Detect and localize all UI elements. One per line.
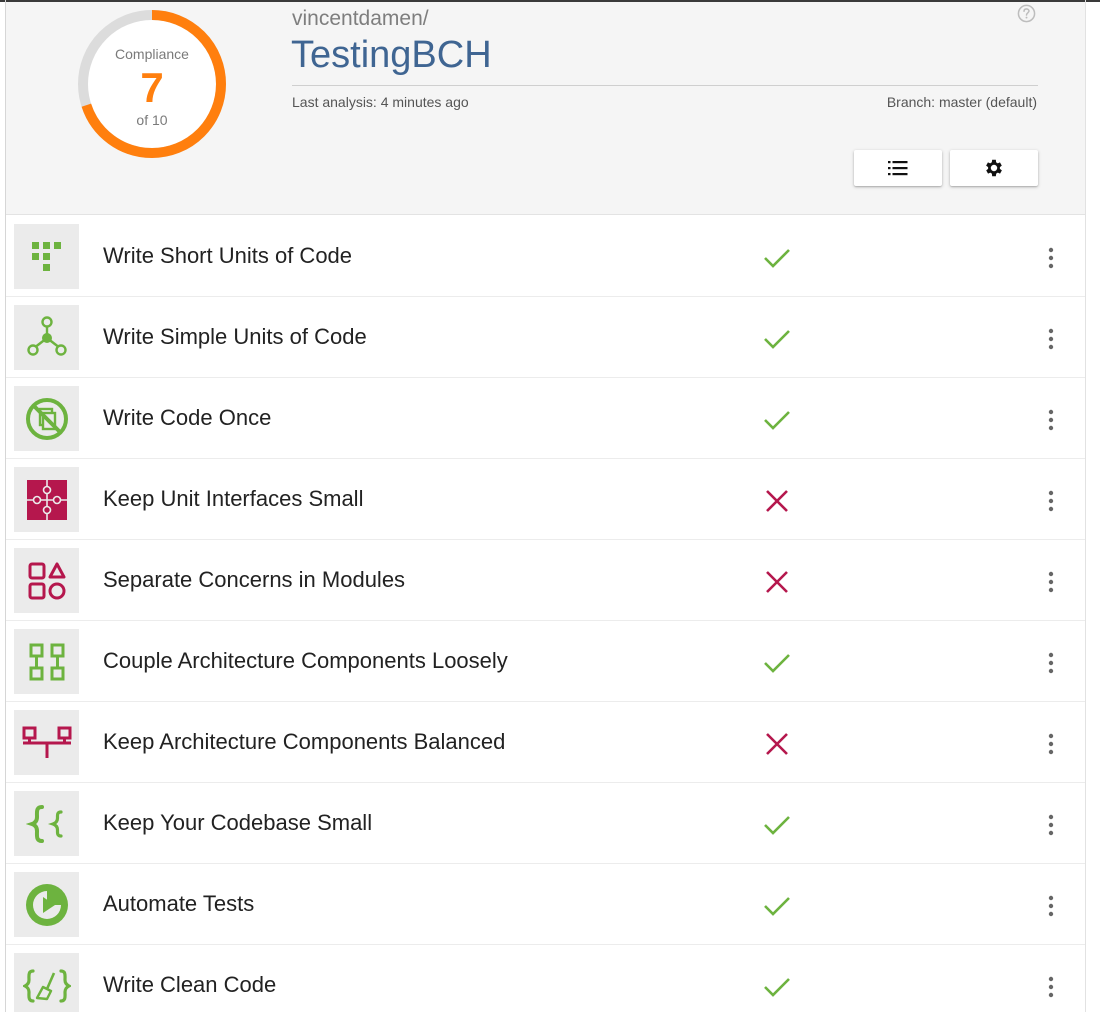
guideline-label: Write Clean Code [103, 972, 277, 997]
more-options-icon[interactable] [1046, 409, 1056, 431]
simple-units-icon [26, 315, 67, 356]
check-icon [764, 816, 790, 835]
more-options-icon[interactable] [1046, 328, 1056, 350]
branch-label: Branch: master (default) [886, 94, 1037, 110]
repository-owner[interactable]: vincentdamen/ [292, 7, 429, 31]
guideline-row-balanced[interactable]: Keep Architecture Components Balanced [6, 702, 1085, 783]
compliance-gauge-text: Compliance 7 of 10 [76, 8, 228, 160]
guideline-row-automate-tests[interactable]: Automate Tests [6, 864, 1085, 945]
more-options-icon[interactable] [1046, 976, 1056, 998]
guideline-label: Keep Unit Interfaces Small [103, 486, 364, 511]
repository-header: Compliance 7 of 10 vincentdamen/ Testing… [6, 2, 1085, 215]
guideline-row-unit-interfaces[interactable]: Keep Unit Interfaces Small [6, 459, 1085, 540]
last-analysis: Last analysis: 4 minutes ago [292, 94, 469, 110]
more-options-icon[interactable] [1046, 814, 1056, 836]
row-icon-tile [14, 629, 79, 694]
row-icon-tile [14, 872, 79, 937]
guideline-row-short-units[interactable]: Write Short Units of Code [6, 216, 1085, 297]
compliance-max: of 10 [136, 112, 168, 128]
guideline-row-code-once[interactable]: Write Code Once [6, 378, 1085, 459]
more-options-icon[interactable] [1046, 571, 1056, 593]
check-icon [764, 411, 790, 430]
check-icon [764, 249, 790, 268]
compliance-score: 7 [140, 64, 164, 111]
row-icon-tile [14, 548, 79, 613]
list-view-button[interactable] [854, 150, 942, 186]
guideline-row-separate-concerns[interactable]: Separate Concerns in Modules [6, 540, 1085, 621]
more-options-icon[interactable] [1046, 652, 1056, 674]
puzzle-icon [26, 479, 67, 520]
row-icon-tile [14, 224, 79, 289]
modules-icon [28, 562, 65, 599]
guideline-row-clean-code[interactable]: Write Clean Code [6, 945, 1085, 1012]
no-duplication-icon [25, 397, 68, 440]
row-icon-tile [14, 953, 79, 1012]
right-border [1085, 0, 1086, 1012]
title-divider [292, 85, 1038, 86]
check-icon [764, 330, 790, 349]
row-icon-tile [14, 710, 79, 775]
list-icon [888, 161, 908, 176]
balance-icon [22, 726, 71, 758]
more-options-icon[interactable] [1046, 733, 1056, 755]
cross-icon [766, 490, 788, 512]
guideline-label: Write Short Units of Code [103, 243, 353, 268]
compliance-label: Compliance [115, 46, 189, 62]
row-icon-tile [14, 467, 79, 532]
guideline-label: Keep Your Codebase Small [103, 810, 373, 835]
guideline-row-codebase-small[interactable]: Keep Your Codebase Small [6, 783, 1085, 864]
guideline-label: Write Simple Units of Code [103, 324, 367, 349]
repository-name[interactable]: TestingBCH [291, 34, 492, 77]
guideline-label: Separate Concerns in Modules [103, 567, 406, 592]
guideline-label: Write Code Once [103, 405, 272, 430]
check-icon [764, 897, 790, 916]
broom-braces-icon [22, 968, 71, 1003]
check-icon [764, 978, 790, 997]
row-icon-tile [14, 791, 79, 856]
settings-button[interactable] [950, 150, 1038, 186]
guideline-label: Couple Architecture Components Loosely [103, 648, 508, 673]
guideline-row-simple-units[interactable]: Write Simple Units of Code [6, 297, 1085, 378]
play-circle-icon [25, 883, 68, 926]
guideline-row-couple-loosely[interactable]: Couple Architecture Components Loosely [6, 621, 1085, 702]
more-options-icon[interactable] [1046, 895, 1056, 917]
braces-icon [25, 804, 63, 843]
check-icon [764, 654, 790, 673]
more-options-icon[interactable] [1046, 490, 1056, 512]
cross-icon [766, 571, 788, 593]
guideline-label: Keep Architecture Components Balanced [103, 729, 506, 754]
row-icon-tile [14, 386, 79, 451]
components-icon [29, 643, 64, 680]
guideline-label: Automate Tests [103, 891, 255, 916]
more-options-icon[interactable] [1046, 247, 1056, 269]
help-icon[interactable] [1017, 4, 1036, 23]
gear-icon [986, 159, 1002, 177]
short-units-icon [31, 241, 61, 271]
row-icon-tile [14, 305, 79, 370]
cross-icon [766, 733, 788, 755]
